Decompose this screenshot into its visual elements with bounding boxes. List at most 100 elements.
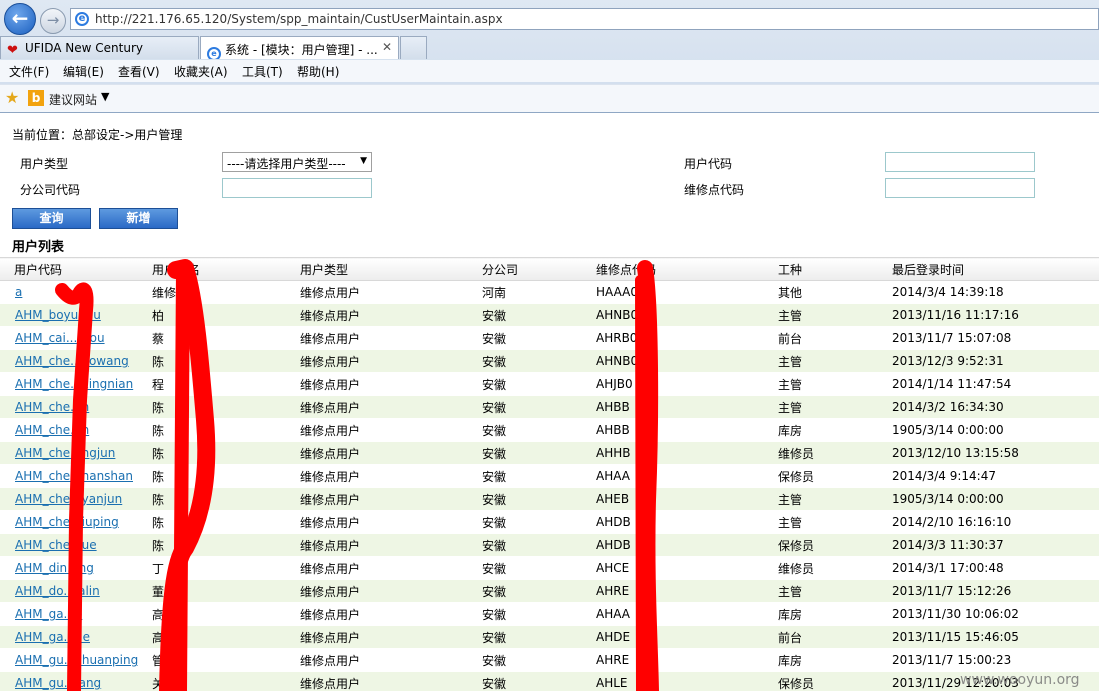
user-name-cell: 蔡 — [138, 326, 286, 350]
user-code-cell: AHM_che...n — [0, 395, 138, 419]
new-tab-button[interactable] — [400, 36, 427, 59]
table-row: AHM_do...ialin 董维修点用户 安徽 AHRE 主管 2013/11/7 15… — [0, 579, 1099, 603]
user-name-cell: 陈 — [138, 487, 286, 511]
branch-cell: 安徽 — [468, 510, 582, 534]
close-tab-icon[interactable]: ✕ — [382, 40, 392, 54]
job-cell: 前台 — [764, 625, 878, 649]
user-name-cell: 陈 — [138, 395, 286, 419]
branch-cell: 安徽 — [468, 648, 582, 672]
last-login-cell: 2013/11/30 10:06:02 — [878, 602, 1099, 626]
ie-tab-icon: e — [207, 47, 221, 59]
branch-cell: 安徽 — [468, 464, 582, 488]
user-code-link[interactable]: AHM_che...ngjun — [15, 446, 115, 460]
heart-icon: ❤ — [7, 43, 18, 58]
table-row: AHM_che...ngjun 陈维修点用户 安徽 AHHB 维修员 2013/12/10… — [0, 441, 1099, 465]
user-code-link[interactable]: AHM_che...nanshan — [15, 469, 133, 483]
job-cell: 保修员 — [764, 464, 878, 488]
user-code-link[interactable]: AHM_boyu..ou — [15, 308, 101, 322]
add-button[interactable]: 新增 — [99, 208, 178, 229]
user-code-cell: AHM_che...ngjun — [0, 441, 138, 465]
list-title: 用户列表 — [12, 240, 65, 255]
user-code-link[interactable]: AHM_cai...grou — [15, 331, 105, 345]
address-url[interactable]: http://221.176.65.120/System/spp_maintai… — [95, 12, 503, 26]
page-content: 当前位置：总部设定->用户管理 用户类型 ----请选择用户类型---- ▼ 用… — [0, 113, 1099, 691]
col-branch[interactable]: 分公司 — [468, 257, 582, 281]
repair-code-label: 维修点代码 — [684, 183, 745, 197]
forward-button[interactable]: → — [40, 8, 66, 34]
tab-system[interactable]: e 系统 - [模块：用户管理] - ... ✕ — [200, 36, 399, 59]
branch-cell: 安徽 — [468, 349, 582, 373]
menu-favorites[interactable]: 收藏夹(A) — [174, 63, 228, 80]
user-code-link[interactable]: AHM_do...ialin — [15, 584, 100, 598]
table-row: AHM_che...yanjun 陈维修点用户 安徽 AHEB 主管 1905/3/14 … — [0, 487, 1099, 511]
user-type-cell: 维修点用户 — [286, 648, 468, 672]
menu-tools[interactable]: 工具(T) — [242, 63, 283, 80]
user-code-link[interactable]: AHM_che...ue — [15, 538, 97, 552]
user-type-cell: 维修点用户 — [286, 326, 468, 350]
user-name-cell: 维修点 — [138, 280, 286, 304]
user-code-cell: AHM_che...ue — [0, 533, 138, 557]
user-code-link[interactable]: AHM_che...aowang — [15, 354, 129, 368]
menu-help[interactable]: 帮助(H) — [297, 63, 339, 80]
user-type-cell: 维修点用户 — [286, 602, 468, 626]
user-type-select[interactable]: ----请选择用户类型---- ▼ — [222, 152, 372, 172]
user-code-link[interactable]: AHM_ga...ue — [15, 630, 90, 644]
job-cell: 主管 — [764, 579, 878, 603]
suggested-sites-link[interactable]: 建议网站 — [49, 91, 97, 108]
user-name-cell: 管...平 — [138, 648, 286, 672]
table-row: AHM_che...aowang 陈维修点用户 安徽 AHNB0 主管 2013/12/3… — [0, 349, 1099, 373]
last-login-cell: 2014/1/14 11:47:54 — [878, 372, 1099, 396]
user-code-link[interactable]: AHM_che...iuping — [15, 515, 119, 529]
menu-edit[interactable]: 编辑(E) — [63, 63, 104, 80]
user-code-link[interactable]: AHM_che...xingnian — [15, 377, 133, 391]
branch-cell: 安徽 — [468, 372, 582, 396]
user-code-link[interactable]: AHM_din...ng — [15, 561, 94, 575]
user-table: 用户代码 用户姓名 用户类型 分公司 维修点代码 工种 最后登录时间 a 维修点维… — [0, 257, 1099, 691]
last-login-cell: 2014/3/1 17:00:48 — [878, 556, 1099, 580]
col-last-login[interactable]: 最后登录时间 — [878, 257, 1099, 281]
browser-chrome: ← → e http://221.176.65.120/System/spp_m… — [0, 0, 1099, 113]
col-user-name[interactable]: 用户姓名 — [138, 257, 286, 281]
user-type-cell: 维修点用户 — [286, 510, 468, 534]
col-user-code[interactable]: 用户代码 — [0, 257, 138, 281]
job-cell: 库房 — [764, 648, 878, 672]
favorites-star-icon[interactable]: ★ — [5, 88, 19, 107]
job-cell: 其他 — [764, 280, 878, 304]
last-login-cell: 2013/12/10 13:15:58 — [878, 441, 1099, 465]
branch-code-label: 分公司代码 — [20, 183, 81, 197]
user-code-link[interactable]: AHM_gu...iang — [15, 676, 101, 690]
address-bar[interactable]: e http://221.176.65.120/System/spp_maint… — [70, 8, 1099, 30]
job-cell: 维修员 — [764, 556, 878, 580]
tab-ufida[interactable]: ❤ UFIDA New Century — [0, 36, 199, 59]
branch-code-input[interactable] — [222, 178, 372, 198]
back-button[interactable]: ← — [4, 3, 36, 35]
back-arrow-icon: ← — [11, 6, 29, 30]
user-code-link[interactable]: AHM_che...n — [15, 400, 89, 414]
menu-file[interactable]: 文件(F) — [9, 63, 49, 80]
last-login-cell: 2013/11/7 15:12:26 — [878, 579, 1099, 603]
col-job[interactable]: 工种 — [764, 257, 878, 281]
repair-code-cell: AHRE — [582, 648, 764, 672]
user-name-cell: 高 — [138, 625, 286, 649]
user-code-link[interactable]: AHM_ga...o — [15, 607, 82, 621]
user-code-link[interactable]: AHM_gu...chuanping — [15, 653, 138, 667]
user-code-cell: a — [0, 280, 138, 304]
repair-code-input[interactable] — [885, 178, 1035, 198]
menu-view[interactable]: 查看(V) — [118, 63, 160, 80]
chevron-down-icon[interactable]: ▼ — [101, 90, 109, 103]
user-code-link[interactable]: AHM_che...yanjun — [15, 492, 122, 506]
user-code-cell: AHM_che...yanjun — [0, 487, 138, 511]
last-login-cell: 2013/12/3 9:52:31 — [878, 349, 1099, 373]
watermark: www.wooyun.org — [960, 672, 1080, 688]
query-button[interactable]: 查询 — [12, 208, 91, 229]
menu-bar: 文件(F) 编辑(E) 查看(V) 收藏夹(A) 工具(T) 帮助(H) — [0, 60, 1099, 82]
user-code-link[interactable]: AHM_che...n — [15, 423, 89, 437]
last-login-cell: 2013/11/7 15:07:08 — [878, 326, 1099, 350]
user-code-cell: AHM_gu...chuanping — [0, 648, 138, 672]
branch-cell: 安徽 — [468, 579, 582, 603]
col-repair-code[interactable]: 维修点代码 — [582, 257, 764, 281]
col-user-type[interactable]: 用户类型 — [286, 257, 468, 281]
user-code-input[interactable] — [885, 152, 1035, 172]
last-login-cell: 2013/11/7 15:00:23 — [878, 648, 1099, 672]
user-code-link[interactable]: a — [15, 285, 22, 299]
